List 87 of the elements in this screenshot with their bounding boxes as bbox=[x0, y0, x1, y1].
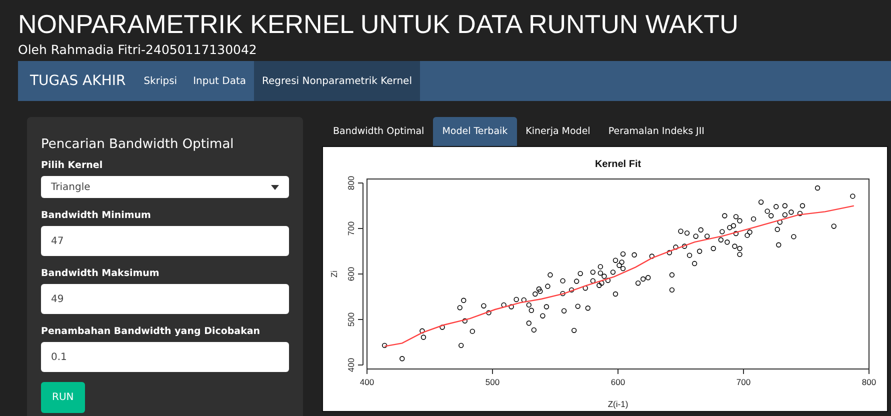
page-title: NONPARAMETRIK KERNEL UNTUK DATA RUNTUN WAKTU bbox=[18, 8, 740, 40]
y-tick-label: 600 bbox=[346, 266, 356, 282]
x-tick-label: 400 bbox=[360, 377, 374, 387]
data-point bbox=[508, 304, 514, 310]
data-point bbox=[462, 318, 468, 324]
kernel-select[interactable]: Triangle bbox=[41, 176, 289, 198]
tab[interactable]: Bandwidth Optimal bbox=[324, 117, 434, 146]
y-tick-label: 700 bbox=[346, 221, 356, 236]
data-point bbox=[850, 194, 856, 199]
data-point bbox=[791, 234, 796, 240]
tab[interactable]: Kinerja Model bbox=[516, 117, 600, 146]
data-point bbox=[758, 200, 764, 205]
data-point bbox=[692, 260, 698, 266]
data-point bbox=[457, 305, 462, 310]
data-point bbox=[560, 290, 566, 296]
input-field[interactable]: 0.1 bbox=[41, 342, 289, 372]
data-point bbox=[514, 296, 519, 302]
data-point bbox=[585, 306, 590, 311]
data-point bbox=[561, 308, 567, 314]
nav-tab[interactable]: Input Data bbox=[185, 61, 254, 101]
data-point bbox=[575, 304, 580, 309]
data-point bbox=[578, 270, 583, 276]
y-tick-label: 800 bbox=[346, 176, 356, 190]
y-axis-label: Zi bbox=[329, 270, 339, 278]
data-point bbox=[777, 220, 782, 225]
data-point bbox=[686, 252, 692, 258]
y-tick-label: 400 bbox=[346, 358, 356, 372]
dropdown-caret-icon bbox=[271, 184, 279, 190]
field-label: Bandwidth Maksimum bbox=[41, 268, 160, 279]
data-point bbox=[774, 204, 779, 210]
data-point bbox=[610, 270, 616, 275]
data-point bbox=[696, 248, 702, 254]
tab[interactable]: Model Terbaik bbox=[433, 117, 517, 146]
data-point bbox=[544, 304, 550, 310]
panel-title: Pencarian Bandwidth Optimal bbox=[41, 137, 235, 152]
data-point bbox=[568, 287, 574, 293]
data-point bbox=[722, 213, 728, 218]
data-point bbox=[400, 356, 405, 362]
nav-tab[interactable]: Regresi Nonparametrik Kernel bbox=[254, 61, 420, 101]
data-point bbox=[501, 302, 506, 308]
nav-tab[interactable]: Skripsi bbox=[136, 61, 186, 101]
field-label: Penambahan Bandwidth yang Dicobakan bbox=[41, 326, 262, 337]
data-point bbox=[720, 229, 725, 234]
data-point bbox=[710, 246, 716, 252]
data-point bbox=[440, 324, 445, 330]
data-point bbox=[486, 310, 492, 316]
data-point bbox=[582, 286, 588, 291]
chart-title: Kernel Fit bbox=[594, 159, 642, 170]
x-tick-label: 500 bbox=[485, 377, 500, 387]
brand-link[interactable]: TUGAS AKHIR bbox=[18, 61, 136, 101]
data-point bbox=[612, 291, 618, 297]
data-point bbox=[776, 242, 782, 248]
y-tick-label: 500 bbox=[346, 312, 356, 327]
author-subtitle: Oleh Rahmadia Fitri-24050117130042 bbox=[18, 42, 258, 57]
field-label: Pilih Kernel bbox=[41, 160, 104, 171]
data-point bbox=[682, 244, 688, 249]
data-point bbox=[800, 203, 806, 208]
tab[interactable]: Peramalan Indeks JII bbox=[599, 117, 714, 146]
x-tick-label: 600 bbox=[610, 377, 626, 387]
data-point bbox=[649, 254, 654, 259]
data-point bbox=[461, 298, 466, 303]
data-point bbox=[571, 328, 577, 334]
data-point bbox=[574, 278, 580, 284]
field-label: Bandwidth Minimum bbox=[41, 210, 152, 221]
x-tick-label: 700 bbox=[736, 377, 751, 387]
data-point bbox=[560, 278, 566, 284]
data-point bbox=[481, 303, 486, 308]
x-tick-label: 800 bbox=[862, 377, 876, 387]
data-point bbox=[590, 270, 596, 275]
data-point bbox=[831, 224, 836, 229]
input-field[interactable]: 47 bbox=[41, 226, 289, 256]
data-point bbox=[814, 185, 820, 191]
data-point bbox=[750, 216, 756, 222]
data-point bbox=[669, 272, 675, 278]
data-point bbox=[458, 342, 464, 348]
data-point bbox=[470, 328, 476, 334]
data-point bbox=[774, 226, 780, 232]
input-field[interactable]: 49 bbox=[41, 284, 289, 314]
x-axis-label: Z(i-1) bbox=[608, 399, 628, 409]
data-point bbox=[545, 284, 550, 289]
data-point bbox=[797, 210, 803, 216]
data-point bbox=[540, 313, 546, 318]
data-point bbox=[669, 287, 675, 293]
data-point bbox=[620, 251, 626, 257]
data-point bbox=[382, 342, 388, 348]
data-point bbox=[548, 272, 553, 278]
data-point bbox=[632, 252, 637, 258]
